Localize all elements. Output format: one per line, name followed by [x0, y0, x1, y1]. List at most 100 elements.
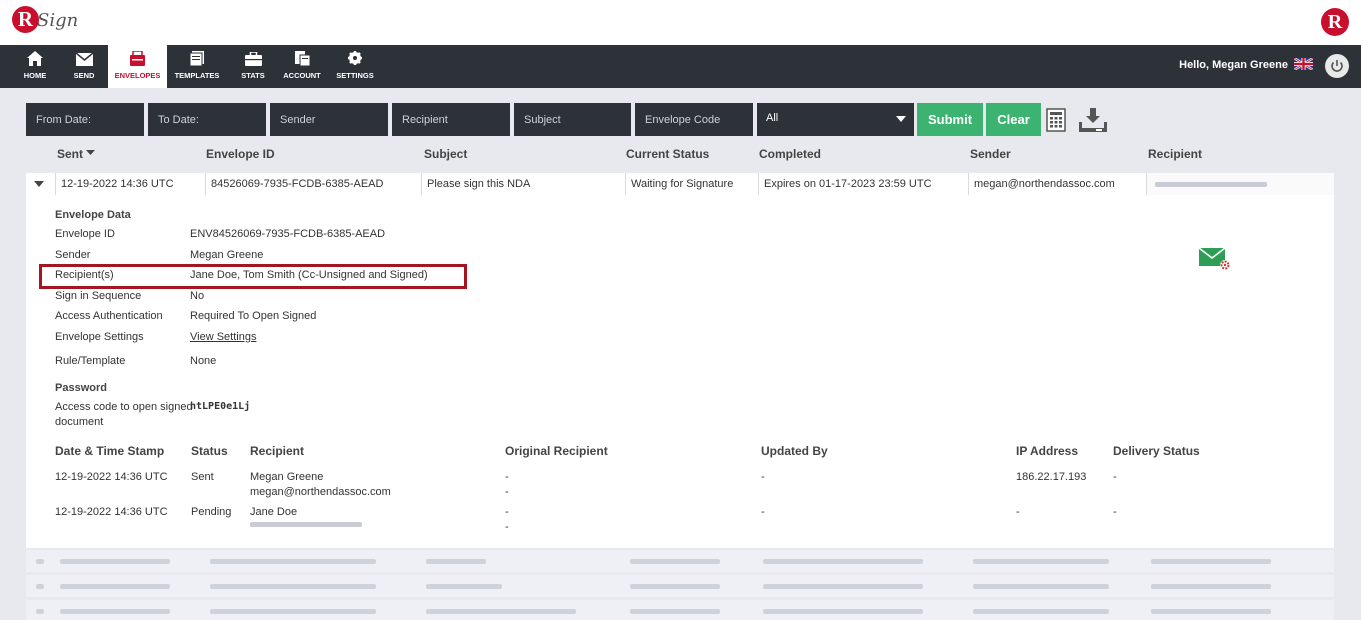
redacted-email: [250, 522, 362, 527]
hist-recipient-name: Megan Greene: [250, 471, 324, 483]
nav-envelopes-label: ENVELOPES: [114, 71, 161, 80]
clear-button[interactable]: Clear: [986, 103, 1041, 136]
logout-button[interactable]: [1325, 54, 1349, 78]
hist-original-header: Original Recipient: [505, 444, 608, 458]
hist-original: -: [505, 521, 509, 533]
envelope-data-heading: Envelope Data: [55, 209, 131, 221]
row-subject: Please sign this NDA: [422, 173, 626, 195]
row-sent: 12-19-2022 14:36 UTC: [56, 173, 206, 195]
row-expand-toggle[interactable]: [26, 173, 56, 195]
access-code-label: Access code to open signed: [55, 401, 193, 413]
field-label: Envelope ID: [55, 228, 115, 240]
hist-status: Pending: [191, 506, 232, 518]
uk-flag-icon[interactable]: [1294, 58, 1313, 70]
power-icon: [1331, 60, 1343, 72]
status-select-value: All: [766, 112, 779, 124]
field-label: Envelope Settings: [55, 331, 144, 343]
status-select[interactable]: All: [757, 103, 914, 136]
resend-envelope-icon[interactable]: [1198, 245, 1232, 273]
table-row[interactable]: 12-19-2022 14:36 UTC 84526069-7935-FCDB-…: [26, 173, 1334, 195]
hist-delivery-header: Delivery Status: [1113, 444, 1200, 458]
sign-sequence-value: No: [190, 290, 205, 302]
col-envelope-id-header[interactable]: Envelope ID: [206, 147, 275, 161]
access-code-value: htLPE0e1Lj: [190, 401, 251, 412]
col-subject-header[interactable]: Subject: [424, 147, 467, 161]
nav-account[interactable]: ACCOUNT: [280, 45, 324, 88]
logo-letter: R: [12, 6, 39, 33]
hist-timestamp: 12-19-2022 14:36 UTC: [55, 471, 168, 483]
templates-icon: [172, 45, 222, 71]
hist-ip: -: [1016, 506, 1020, 518]
nav-send-label: SEND: [73, 71, 95, 80]
nav-templates[interactable]: TEMPLATES: [172, 45, 222, 88]
greeting-text: Hello, Megan Greene: [1179, 59, 1288, 71]
nav-stats[interactable]: STATS: [236, 45, 270, 88]
subject-input[interactable]: Subject: [514, 103, 631, 136]
field-label: Rule/Template: [55, 355, 126, 367]
to-date-input[interactable]: To Date:: [148, 103, 266, 136]
home-icon: [16, 45, 54, 71]
table-row[interactable]: [26, 600, 1334, 620]
main-nav: HOME SEND ENVELOPES TEMPLATES STATS ACCO…: [0, 45, 1361, 88]
hist-recipient-email: megan@northendassoc.com: [250, 486, 391, 498]
gear-icon: [334, 45, 376, 71]
row-recipient-redacted: [1147, 173, 1334, 195]
mail-icon: [66, 45, 102, 71]
hist-original: -: [505, 506, 509, 518]
col-recipient-header[interactable]: Recipient: [1148, 147, 1202, 161]
table-row[interactable]: [26, 550, 1334, 572]
user-greeting[interactable]: Hello, Megan Greene: [1179, 58, 1313, 71]
sort-down-icon: [86, 150, 96, 155]
envelope-id-value: ENV84526069-7935-FCDB-6385-AEAD: [190, 228, 386, 240]
field-label: Recipient(s): [55, 269, 114, 281]
brand-bar: R Sign R: [0, 0, 1361, 45]
hist-updated-by: -: [761, 471, 765, 483]
recipients-value: Jane Doe, Tom Smith (Cc-Unsigned and Sig…: [190, 269, 428, 281]
account-icon: [280, 45, 324, 71]
access-auth-value: Required To Open Signed: [190, 310, 317, 322]
view-settings-link[interactable]: View Settings: [190, 331, 256, 343]
access-code-label-cont: document: [55, 416, 104, 428]
main-content: From Date: To Date: Sender Recipient Sub…: [0, 88, 1361, 620]
download-icon[interactable]: [1078, 107, 1108, 133]
sender-value: Megan Greene: [190, 249, 264, 261]
hist-original: -: [505, 486, 509, 498]
nav-envelopes[interactable]: ENVELOPES: [108, 45, 167, 88]
table-row[interactable]: [26, 575, 1334, 597]
submit-button[interactable]: Submit: [917, 103, 983, 136]
sender-input[interactable]: Sender: [270, 103, 388, 136]
row-status: Waiting for Signature: [626, 173, 759, 195]
hist-ip-header: IP Address: [1016, 444, 1079, 458]
field-label: Sign in Sequence: [55, 290, 142, 302]
nav-account-label: ACCOUNT: [283, 71, 321, 80]
hist-delivery: -: [1113, 506, 1117, 518]
col-completed-header[interactable]: Completed: [759, 147, 821, 161]
envelope-detail-panel: Envelope Data Envelope ID ENV84526069-79…: [26, 195, 1334, 548]
col-status-header[interactable]: Current Status: [626, 147, 709, 161]
rsign-logo[interactable]: R Sign: [12, 6, 79, 40]
chevron-down-icon: [896, 116, 906, 122]
col-sent-header[interactable]: Sent: [57, 147, 96, 161]
envelope-code-input[interactable]: Envelope Code: [635, 103, 753, 136]
briefcase-icon: [236, 45, 270, 71]
row-completed: Expires on 01-17-2023 23:59 UTC: [759, 173, 969, 195]
recipient-input[interactable]: Recipient: [392, 103, 510, 136]
field-label: Access Authentication: [55, 310, 163, 322]
calculator-icon[interactable]: [1045, 107, 1071, 133]
row-envelope-id: 84526069-7935-FCDB-6385-AEAD: [206, 173, 422, 195]
nav-stats-label: STATS: [241, 71, 265, 80]
nav-send[interactable]: SEND: [66, 45, 102, 88]
logo-text: Sign: [37, 10, 79, 31]
col-sender-header[interactable]: Sender: [970, 147, 1011, 161]
hist-status: Sent: [191, 471, 214, 483]
caret-down-icon: [34, 181, 44, 187]
hist-recipient-name: Jane Doe: [250, 506, 298, 518]
from-date-input[interactable]: From Date:: [26, 103, 144, 136]
hist-status-header: Status: [191, 444, 228, 458]
rule-template-value: None: [190, 355, 217, 367]
password-heading: Password: [55, 382, 107, 394]
nav-settings[interactable]: SETTINGS: [334, 45, 376, 88]
col-sent-label: Sent: [57, 147, 84, 161]
nav-home[interactable]: HOME: [16, 45, 54, 88]
hist-updated-by: -: [761, 506, 765, 518]
